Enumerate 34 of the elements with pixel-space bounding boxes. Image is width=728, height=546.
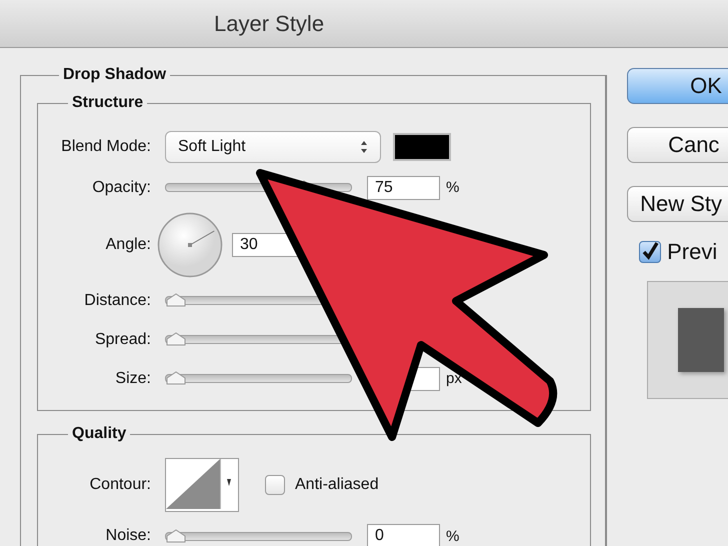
unit-label: %: [446, 528, 460, 544]
field-label: Size:: [114, 370, 151, 388]
field-label: Opacity:: [91, 178, 151, 196]
angle-dial[interactable]: [157, 212, 223, 278]
window-title: Layer Style: [214, 10, 324, 36]
number-field[interactable]: 75: [367, 176, 440, 200]
checkmark-icon: [640, 242, 660, 262]
blend-mode-dropdown[interactable]: Soft Light: [165, 131, 381, 163]
preview-checkbox[interactable]: Previ: [639, 239, 728, 265]
contour-picker[interactable]: [165, 458, 239, 512]
field-label: Noise:: [104, 527, 151, 545]
slider-thumb[interactable]: [166, 293, 186, 307]
field-label: Contour:: [88, 476, 151, 494]
group-title: Drop Shadow: [62, 66, 168, 84]
contour-curve-icon: [166, 459, 220, 509]
slider-thumb[interactable]: [166, 371, 186, 385]
field-label: Blend Mode:: [60, 138, 151, 156]
unit-label: %: [446, 179, 460, 196]
preview-swatch: [678, 308, 724, 372]
dialog-button[interactable]: OK: [627, 68, 728, 104]
field-label: Spread:: [94, 330, 151, 348]
dialog-button[interactable]: New Sty: [627, 186, 728, 222]
slider-thumb[interactable]: [166, 332, 186, 346]
slider-thumb[interactable]: [166, 528, 186, 542]
field-label: Distance:: [83, 292, 151, 310]
group-title: Quality: [71, 425, 128, 443]
unit-label: px: [446, 370, 462, 387]
number-field[interactable]: 0: [367, 524, 440, 546]
group-title: Structure: [71, 94, 144, 112]
anti-aliased-checkbox[interactable]: Anti-aliased: [265, 475, 379, 495]
dialog-button[interactable]: Canc: [627, 127, 728, 163]
field-label: Angle:: [104, 236, 151, 254]
stepper-arrows-icon: [360, 140, 368, 154]
color-swatch[interactable]: [393, 133, 451, 161]
